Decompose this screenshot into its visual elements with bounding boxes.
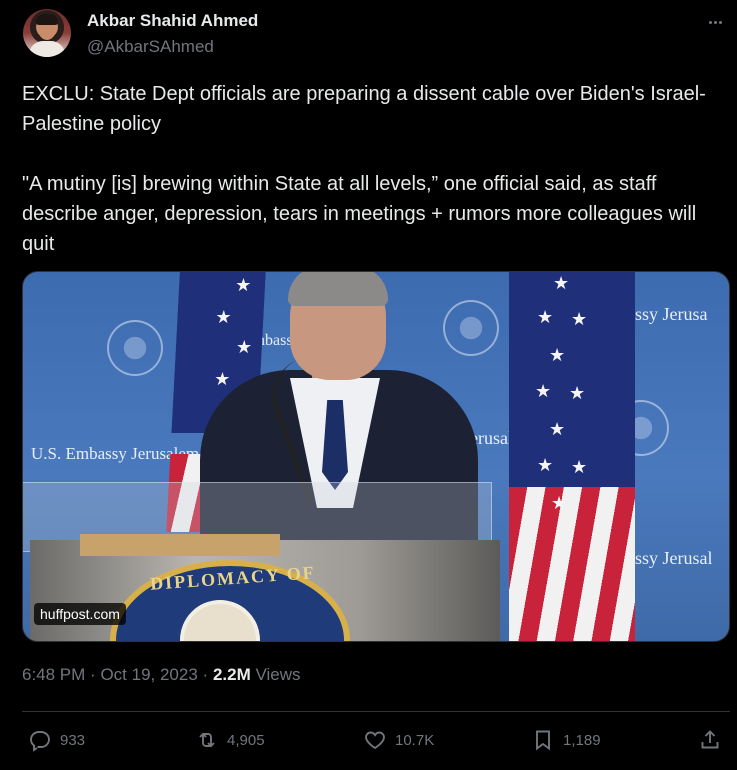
avatar[interactable] bbox=[23, 9, 71, 57]
repost-button[interactable]: 4,905 bbox=[195, 722, 265, 758]
repost-count: 4,905 bbox=[227, 731, 265, 749]
tweet-time[interactable]: 6:48 PM bbox=[22, 665, 85, 684]
author-name[interactable]: Akbar Shahid Ahmed bbox=[87, 11, 258, 31]
reply-count: 933 bbox=[60, 731, 86, 749]
avatar-shirt bbox=[29, 41, 65, 57]
views-label: Views bbox=[255, 665, 301, 684]
tweet: Akbar Shahid Ahmed @AkbarSAhmed EXCLU: S… bbox=[0, 0, 737, 770]
tweet-text: EXCLU: State Dept officials are preparin… bbox=[22, 79, 727, 259]
reply-icon bbox=[30, 731, 50, 752]
divider bbox=[22, 711, 730, 712]
like-icon bbox=[365, 731, 385, 750]
share-icon bbox=[701, 730, 719, 749]
share-button[interactable] bbox=[698, 722, 722, 758]
bookmark-icon bbox=[536, 730, 550, 751]
reply-button[interactable]: 933 bbox=[28, 722, 85, 758]
tweet-paragraph-2: "A mutiny [is] brewing within State at a… bbox=[22, 173, 697, 255]
bookmark-count: 1,189 bbox=[563, 731, 601, 749]
tweet-date[interactable]: Oct 19, 2023 bbox=[100, 665, 197, 684]
like-count: 10.7K bbox=[395, 731, 435, 749]
bookmark-button[interactable]: 1,189 bbox=[531, 722, 601, 758]
meta-separator: · bbox=[202, 665, 209, 684]
action-bar: 933 4,905 10.7K 1,189 bbox=[0, 722, 737, 758]
flag-right: ★ ★ ★ ★ ★ ★ ★ ★ ★ ★ bbox=[509, 272, 635, 641]
avatar-hair bbox=[36, 14, 58, 25]
views-count: 2.2M bbox=[212, 665, 251, 684]
like-button[interactable]: 10.7K bbox=[363, 722, 434, 758]
wall-seal-left bbox=[107, 320, 163, 376]
tweet-paragraph-1: EXCLU: State Dept officials are preparin… bbox=[22, 83, 706, 135]
more-icon[interactable] bbox=[704, 12, 726, 32]
flag-left: ★ ★ ★ ★ ★ ★ bbox=[166, 272, 266, 532]
media-source-label[interactable]: huffpost.com bbox=[34, 603, 126, 625]
wall-text-right-bottom: assy Jerusal bbox=[627, 548, 713, 568]
tweet-photo[interactable]: U.S. Embassy Jerusalem Embassy Jerusa as… bbox=[22, 271, 730, 642]
meta-separator: · bbox=[90, 665, 96, 684]
repost-icon bbox=[199, 732, 215, 748]
tweet-meta: 6:48 PM · Oct 19, 2023 · 2.2M Views bbox=[22, 665, 301, 685]
author-handle[interactable]: @AkbarSAhmed bbox=[87, 37, 214, 57]
wall-seal-center bbox=[443, 300, 499, 356]
